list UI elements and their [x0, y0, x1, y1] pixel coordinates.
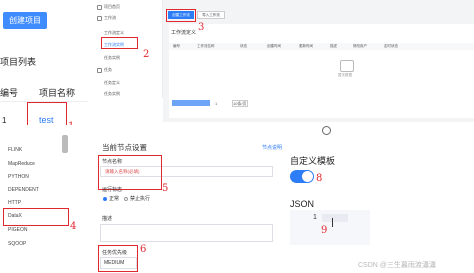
column-header: 编号: [173, 44, 180, 48]
annotation-number-6: 6: [140, 244, 147, 255]
column-header-project-name: 项目名称: [39, 88, 76, 98]
page-number[interactable]: 1: [215, 101, 217, 106]
loading-icon: [322, 126, 331, 135]
column-header: 修改用户: [353, 44, 367, 48]
sidebar-item-task-definition[interactable]: 任务定义: [104, 80, 120, 86]
column-header: 工作流名称: [197, 44, 215, 48]
sidebar-item-task-instance-2[interactable]: 任务实例: [104, 91, 120, 97]
sidebar-item-project-home[interactable]: 项目首页: [104, 4, 120, 10]
sidebar-item-workflow[interactable]: 工作流: [104, 15, 116, 21]
radio-normal[interactable]: [103, 197, 107, 201]
annotation-box-4: [3, 208, 69, 226]
column-header: 描述: [330, 44, 337, 48]
node-item-python[interactable]: PYTHON: [8, 174, 29, 180]
node-item-mapreduce[interactable]: MapReduce: [8, 161, 35, 167]
column-header: 定时状态: [384, 44, 398, 48]
annotation-box-5: [98, 155, 162, 190]
column-header: 状态: [240, 44, 247, 48]
annotation-box-6: [98, 245, 138, 272]
column-header: 更新时间: [299, 44, 313, 48]
create-project-button[interactable]: 创建项目: [3, 12, 47, 29]
column-header: 创建时间: [267, 44, 281, 48]
radio-normal-label: 正常: [109, 196, 120, 202]
sidebar-item-task-instance[interactable]: 任务实例: [104, 55, 120, 61]
project-list-title: 项目列表: [0, 57, 37, 67]
node-item-pigeon[interactable]: PIGEON: [8, 227, 27, 233]
task-node-list: FLINK MapReduce PYTHON DEPENDENT HTTP Da…: [0, 125, 90, 273]
sidebar-item-workflow-definition[interactable]: 工作流定义: [104, 30, 124, 36]
node-settings-title: 当前节点设置: [102, 143, 147, 152]
node-item-dependent[interactable]: DEPENDENT: [8, 187, 39, 193]
page-size-select[interactable]: 10条/页: [232, 100, 248, 107]
annotation-box-2: [101, 37, 138, 49]
project-sidebar: 项目首页 工作流 工作流定义 工作流实例 任务实例 任务 任务定义 任务实例: [92, 0, 163, 98]
scrollbar-thumb[interactable]: [62, 135, 68, 153]
empty-state-text: 暂无数据: [338, 73, 352, 77]
annotation-number-5: 5: [162, 183, 169, 194]
table-cell-no: 1: [2, 116, 7, 125]
node-help-link[interactable]: 节点说明: [262, 144, 282, 151]
watermark: CSDN @三生暮雨渡瀟瀟: [358, 262, 436, 269]
custom-template-label: 自定义模板: [290, 156, 336, 166]
column-header-no: 编号: [0, 88, 19, 98]
home-icon: [97, 5, 102, 10]
annotation-box-3: [166, 9, 196, 22]
radio-forbidden-label: 禁止执行: [130, 196, 151, 202]
node-item-sqoop[interactable]: SQOOP: [8, 241, 26, 247]
sidebar-item-task[interactable]: 任务: [104, 67, 112, 73]
task-icon: [97, 68, 102, 73]
annotation-number-2: 2: [143, 49, 150, 60]
node-item-flink[interactable]: FLINK: [8, 147, 22, 153]
description-label: 描述: [102, 216, 113, 222]
annotation-number-9: 9: [321, 225, 328, 236]
editor-line-number: 1: [313, 214, 317, 221]
text-cursor: [332, 218, 333, 227]
empty-state-icon: [340, 60, 354, 72]
annotation-number-8: 8: [316, 173, 323, 184]
node-item-http[interactable]: HTTP: [8, 200, 21, 206]
radio-forbidden[interactable]: [124, 197, 128, 201]
annotation-number-3: 3: [198, 22, 205, 33]
toggle-knob: [302, 171, 313, 182]
annotation-number-4: 4: [70, 221, 77, 232]
json-label: JSON: [290, 199, 315, 209]
section-title: 工作流定义: [171, 30, 197, 36]
description-textarea[interactable]: [100, 224, 273, 242]
run-flag-label: 运行标志: [102, 187, 123, 193]
import-workflow-button[interactable]: 导入工作流: [197, 11, 225, 19]
batch-action-buttons[interactable]: [172, 100, 210, 106]
workflow-icon: [97, 16, 102, 21]
editor-current-line: [322, 214, 348, 222]
